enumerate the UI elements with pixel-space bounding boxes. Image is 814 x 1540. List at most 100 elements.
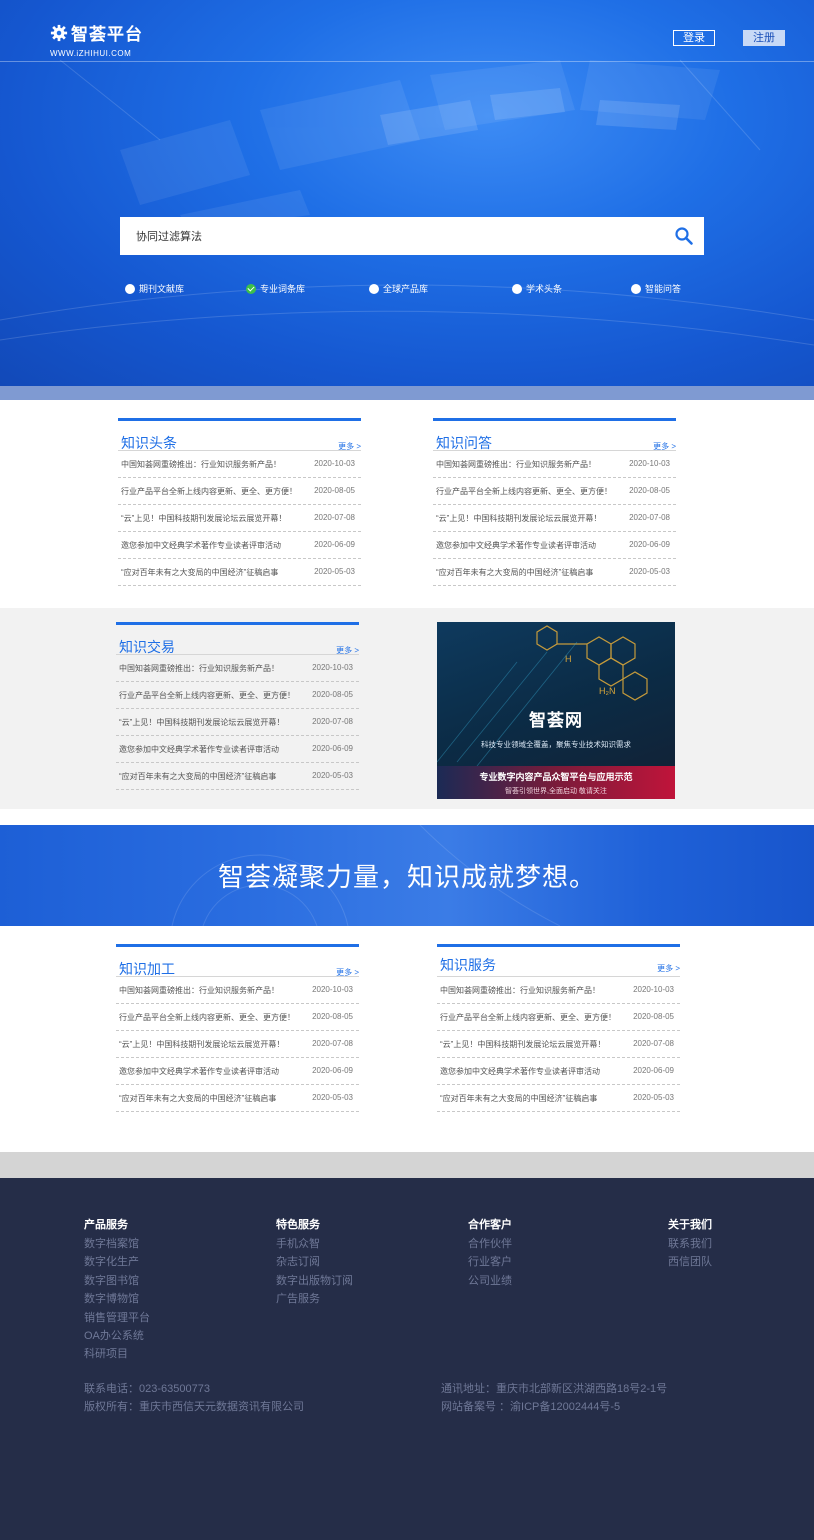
- list-item[interactable]: 中国知荟网重磅推出：行业知识服务新产品！ 2020-10-03: [116, 655, 359, 682]
- item-title: 邀您参加中文经典学术著作专业读者评审活动: [121, 541, 281, 550]
- footer-link[interactable]: 数字博物馆: [84, 1290, 150, 1308]
- item-title: 行业产品平台全新上线内容更新、更全、更方便！: [119, 1013, 295, 1022]
- list-item[interactable]: “应对百年未有之大变局的中国经济”征稿启事 2020-05-03: [437, 1085, 680, 1112]
- item-date: 2020-10-03: [633, 985, 674, 994]
- scope-option-terms[interactable]: 专业词条库: [246, 282, 305, 295]
- footer-link[interactable]: 西信团队: [668, 1253, 712, 1271]
- list-item[interactable]: 行业产品平台全新上线内容更新、更全、更方便！ 2020-08-05: [437, 1004, 680, 1031]
- scope-option-products[interactable]: 全球产品库: [369, 282, 428, 295]
- footer: 产品服务 数字档案馆 数字化生产 数字图书馆 数字博物馆 销售管理平台 OA办公…: [0, 1178, 814, 1540]
- promo-banner-title: 专业数字内容产品众智平台与应用示范: [479, 772, 633, 782]
- list-item[interactable]: 中国知荟网重磅推出：行业知识服务新产品！ 2020-10-03: [437, 977, 680, 1004]
- item-title: 邀您参加中文经典学术著作专业读者评审活动: [119, 1067, 279, 1076]
- footer-link[interactable]: 杂志订阅: [276, 1253, 353, 1271]
- item-title: “应对百年未有之大变局的中国经济”征稿启事: [119, 772, 277, 781]
- list-item[interactable]: “应对百年未有之大变局的中国经济”征稿启事 2020-05-03: [118, 559, 361, 586]
- list-item[interactable]: 中国知荟网重磅推出：行业知识服务新产品！ 2020-10-03: [116, 977, 359, 1004]
- scope-option-qa[interactable]: 智能问答: [631, 282, 681, 295]
- top-bar: 智荟平台 WWW.iZHIHUI.COM 登录 注册: [0, 0, 814, 62]
- search-input[interactable]: [136, 217, 656, 255]
- search-icon[interactable]: [674, 226, 694, 246]
- gear-icon: [50, 24, 68, 41]
- item-date: 2020-10-03: [312, 663, 353, 672]
- list-item[interactable]: 邀您参加中文经典学术著作专业读者评审活动 2020-06-09: [118, 532, 361, 559]
- footer-link[interactable]: 公司业绩: [468, 1272, 512, 1290]
- logo-url: WWW.iZHIHUI.COM: [50, 49, 132, 58]
- radio-dot: [125, 283, 135, 294]
- list-item[interactable]: “云”上见！中国科技期刊发展论坛云展览开幕！ 2020-07-08: [433, 505, 676, 532]
- item-date: 2020-06-09: [314, 540, 355, 549]
- footer-link[interactable]: 合作伙伴: [468, 1235, 512, 1253]
- list-item[interactable]: 行业产品平台全新上线内容更新、更全、更方便！ 2020-08-05: [118, 478, 361, 505]
- footer-link[interactable]: 科研项目: [84, 1345, 150, 1363]
- list-item[interactable]: 行业产品平台全新上线内容更新、更全、更方便！ 2020-08-05: [116, 1004, 359, 1031]
- section-title: 知识问答: [436, 435, 492, 451]
- footer-link[interactable]: 行业客户: [468, 1253, 512, 1271]
- footer-link[interactable]: OA办公系统: [84, 1327, 150, 1345]
- logo[interactable]: 智荟平台 WWW.iZHIHUI.COM: [50, 20, 143, 58]
- scope-label: 专业词条库: [260, 284, 306, 294]
- list-item[interactable]: 中国知荟网重磅推出：行业知识服务新产品！ 2020-10-03: [433, 451, 676, 478]
- headlines-section: 知识头条 更多 > 中国知荟网重磅推出：行业知识服务新产品！ 2020-10-03…: [118, 418, 361, 586]
- more-link[interactable]: 更多 >: [657, 963, 680, 974]
- scope-label: 期刊文献库: [139, 284, 185, 294]
- list-item[interactable]: 邀您参加中文经典学术著作专业读者评审活动 2020-06-09: [116, 1058, 359, 1085]
- search-bar: [120, 217, 704, 255]
- item-title: “云”上见！中国科技期刊发展论坛云展览开幕！: [440, 1040, 606, 1049]
- footer-icp[interactable]: 网站备案号 ：渝ICP备12002444号-5: [441, 1398, 667, 1416]
- footer-link[interactable]: 数字图书馆: [84, 1272, 150, 1290]
- section-header: 知识加工 更多 >: [116, 947, 359, 977]
- list-item[interactable]: 行业产品平台全新上线内容更新、更全、更方便！ 2020-08-05: [433, 478, 676, 505]
- list-item[interactable]: 邀您参加中文经典学术著作专业读者评审活动 2020-06-09: [116, 736, 359, 763]
- footer-link[interactable]: 数字化生产: [84, 1253, 150, 1271]
- footer-link[interactable]: 数字出版物订阅: [276, 1272, 353, 1290]
- footer-link[interactable]: 联系我们: [668, 1235, 712, 1253]
- hero-bottom-band: [0, 386, 814, 400]
- item-title: “应对百年未有之大变局的中国经济”征稿启事: [436, 568, 594, 577]
- footer-contact-info: 联系电话：023-63500773 版权所有：重庆市西信天元数据资讯有限公司: [84, 1380, 304, 1416]
- item-date: 2020-08-05: [629, 486, 670, 495]
- list-item[interactable]: “应对百年未有之大变局的中国经济”征稿启事 2020-05-03: [116, 763, 359, 790]
- section-title: 知识服务: [440, 957, 496, 973]
- list-item[interactable]: 邀您参加中文经典学术著作专业读者评审活动 2020-06-09: [433, 532, 676, 559]
- list-item[interactable]: 中国知荟网重磅推出：行业知识服务新产品！ 2020-10-03: [118, 451, 361, 478]
- list-item[interactable]: 行业产品平台全新上线内容更新、更全、更方便！ 2020-08-05: [116, 682, 359, 709]
- item-date: 2020-05-03: [314, 567, 355, 576]
- item-date: 2020-07-08: [312, 717, 353, 726]
- footer-column-title: 产品服务: [84, 1219, 128, 1231]
- slogan-banner: 智荟凝聚力量，知识成就梦想。: [0, 825, 814, 926]
- list-item[interactable]: “云”上见！中国科技期刊发展论坛云展览开幕！ 2020-07-08: [116, 1031, 359, 1058]
- list-item[interactable]: “云”上见！中国科技期刊发展论坛云展览开幕！ 2020-07-08: [116, 709, 359, 736]
- item-date: 2020-05-03: [312, 1093, 353, 1102]
- scope-label: 全球产品库: [383, 284, 429, 294]
- item-title: 行业产品平台全新上线内容更新、更全、更方便！: [121, 487, 297, 496]
- item-date: 2020-10-03: [312, 985, 353, 994]
- promo-banner-sub: 智荟引领世界,全面启动 敬请关注: [505, 788, 607, 795]
- item-date: 2020-10-03: [314, 459, 355, 468]
- qa-section: 知识问答 更多 > 中国知荟网重磅推出：行业知识服务新产品！ 2020-10-03…: [433, 418, 676, 586]
- list-item[interactable]: “云”上见！中国科技期刊发展论坛云展览开幕！ 2020-07-08: [437, 1031, 680, 1058]
- scope-option-journals[interactable]: 期刊文献库: [125, 282, 184, 295]
- radio-dot: [512, 283, 522, 294]
- footer-link[interactable]: 销售管理平台: [84, 1309, 150, 1327]
- footer-column-title: 关于我们: [668, 1219, 712, 1231]
- list-item[interactable]: 邀您参加中文经典学术著作专业读者评审活动 2020-06-09: [437, 1058, 680, 1085]
- promo-banner-image[interactable]: H H₂N 智荟网 科技专业领域全覆盖，聚焦专业技术知识需求 专业数字内容产品众…: [437, 622, 675, 799]
- list-item[interactable]: “应对百年未有之大变局的中国经济”征稿启事 2020-05-03: [433, 559, 676, 586]
- logo-title: 智荟平台: [71, 25, 143, 44]
- section-header: 知识交易 更多 >: [116, 625, 359, 655]
- footer-link[interactable]: 手机众智: [276, 1235, 353, 1253]
- footer-column-clients: 合作客户 合作伙伴 行业客户 公司业绩: [468, 1216, 512, 1290]
- section-title: 知识加工: [119, 961, 175, 977]
- item-title: 行业产品平台全新上线内容更新、更全、更方便！: [436, 487, 612, 496]
- login-button[interactable]: 登录: [673, 30, 715, 46]
- item-date: 2020-05-03: [629, 567, 670, 576]
- section-title: 知识交易: [119, 639, 175, 655]
- footer-link[interactable]: 广告服务: [276, 1290, 353, 1308]
- register-button[interactable]: 注册: [743, 30, 785, 46]
- list-item[interactable]: “云”上见！中国科技期刊发展论坛云展览开幕！ 2020-07-08: [118, 505, 361, 532]
- slogan-text: 智荟凝聚力量，知识成就梦想。: [217, 862, 596, 892]
- scope-option-academic[interactable]: 学术头条: [512, 282, 562, 295]
- list-item[interactable]: “应对百年未有之大变局的中国经济”征稿启事 2020-05-03: [116, 1085, 359, 1112]
- footer-link[interactable]: 数字档案馆: [84, 1235, 150, 1253]
